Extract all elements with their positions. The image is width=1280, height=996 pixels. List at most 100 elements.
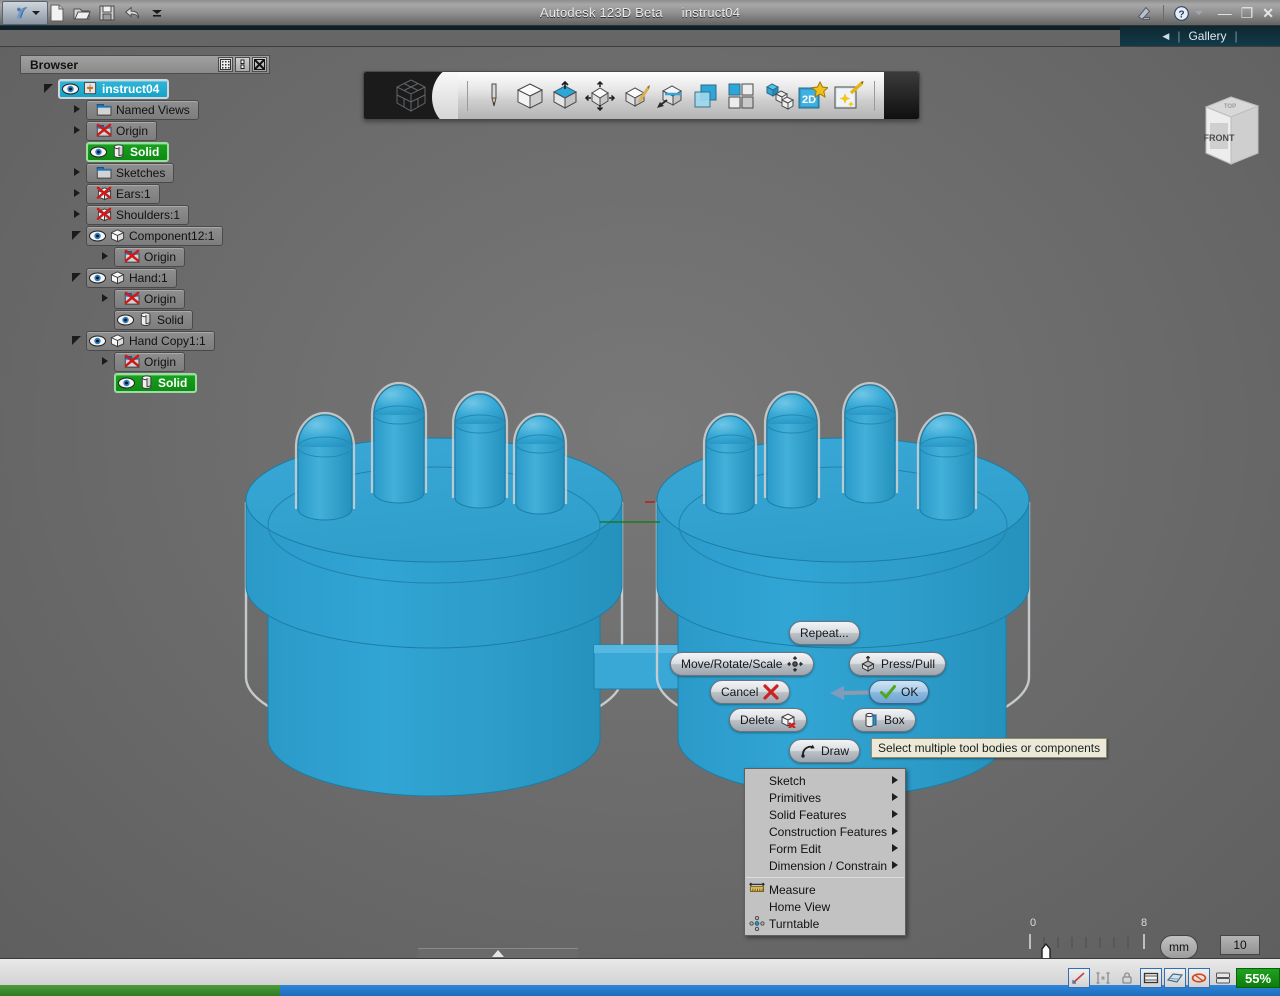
browser-resize-icon[interactable]	[235, 57, 250, 72]
gallery-label[interactable]: Gallery	[1188, 29, 1226, 43]
tree-item-solid[interactable]: Solid	[20, 309, 270, 330]
view-cube[interactable]: FRONT TOP	[1196, 91, 1266, 171]
tree-item-solid[interactable]: Solid	[20, 141, 270, 162]
grid-value-field[interactable]: 10	[1220, 935, 1260, 955]
tree-expand-open-icon[interactable]	[44, 83, 55, 94]
visibility-eye-icon[interactable]	[90, 146, 107, 158]
context-menu-item-turntable[interactable]: Turntable	[745, 915, 905, 932]
visibility-eye-icon[interactable]	[89, 230, 106, 242]
toolbar-overflow-panel[interactable]	[884, 72, 920, 119]
snap-line-icon[interactable]	[1068, 968, 1090, 988]
draw-button[interactable]: Draw	[789, 739, 861, 763]
toolbar-smart-tool-icon[interactable]	[831, 77, 864, 115]
tree-item-pill[interactable]: Solid	[86, 141, 170, 162]
box-button[interactable]: Box	[852, 708, 916, 732]
toolbar-construct-icon[interactable]	[619, 77, 652, 115]
tree-item-named-views[interactable]: Named Views	[20, 99, 270, 120]
delete-button[interactable]: Delete	[729, 708, 807, 732]
gallery-tab[interactable]: ◀ | Gallery |	[1120, 26, 1280, 46]
toolbar-pattern-icon[interactable]	[725, 77, 758, 115]
tree-item-hand-1[interactable]: Hand:1	[20, 267, 270, 288]
tree-item-pill[interactable]: Hand:1	[86, 267, 177, 288]
context-menu[interactable]: Sketch Primitives Solid Features Constructi…	[744, 768, 906, 936]
toolbar-sketch-pencil-icon[interactable]	[478, 77, 511, 115]
browser-close-icon[interactable]	[252, 57, 267, 72]
tree-item-pill[interactable]: instruct04	[58, 78, 170, 99]
restore-button[interactable]: ❐	[1241, 5, 1254, 22]
toolbar-modify-icon[interactable]	[654, 77, 687, 115]
tree-item-pill[interactable]: Sketches	[86, 162, 175, 183]
tree-item-hand-copy1-1[interactable]: Hand Copy1:1	[20, 330, 270, 351]
close-button[interactable]: ✕	[1262, 5, 1274, 22]
browser-tree[interactable]: instruct04 Named Views Origin Solid Sket…	[20, 74, 270, 393]
tree-expand-closed-icon[interactable]	[100, 356, 111, 367]
visibility-eye-icon[interactable]	[62, 83, 79, 95]
tree-item-pill[interactable]: Origin	[114, 351, 186, 372]
viewport-canvas[interactable]: Browser instruct04 Named Views Origin So…	[0, 46, 1280, 958]
main-toolbar[interactable]: 2D	[363, 71, 920, 120]
visibility-eye-icon[interactable]	[117, 314, 134, 326]
canvas-bottom-handle[interactable]	[418, 948, 578, 958]
tree-item-pill[interactable]: Origin	[114, 246, 186, 267]
tree-expand-closed-icon[interactable]	[72, 167, 83, 178]
gallery-collapse-arrow-icon[interactable]: ◀	[1162, 31, 1169, 42]
move-rotate-scale-button[interactable]: Move/Rotate/Scale	[670, 652, 815, 676]
new-file-icon[interactable]	[48, 4, 66, 22]
tree-item-origin[interactable]: Origin	[20, 288, 270, 309]
cancel-button[interactable]: Cancel	[710, 680, 791, 704]
visibility-eye-icon[interactable]	[118, 377, 135, 389]
ok-button[interactable]: OK	[869, 680, 930, 704]
visibility-eye-icon[interactable]	[89, 272, 106, 284]
zoom-level-badge[interactable]: 55%	[1236, 968, 1280, 988]
toolbar-primitives-cube-icon[interactable]	[513, 77, 546, 115]
tree-item-pill[interactable]: Origin	[86, 120, 158, 141]
tree-item-pill[interactable]: Solid	[114, 372, 198, 393]
browser-panel[interactable]: Browser instruct04 Named Views Origin So…	[20, 55, 270, 393]
tree-expand-open-icon[interactable]	[72, 230, 83, 241]
lock-icon[interactable]	[1116, 968, 1138, 988]
tree-item-pill[interactable]: Component12:1	[86, 225, 224, 246]
tree-item-origin[interactable]: Origin	[20, 120, 270, 141]
toolbar-sketch-2d-icon[interactable]: 2D	[796, 77, 829, 115]
context-menu-item-dimension-constrain[interactable]: Dimension / Constrain	[745, 857, 905, 874]
context-menu-item-measure[interactable]: Measure	[745, 881, 905, 898]
tree-expand-closed-icon[interactable]	[72, 209, 83, 220]
app-cube-icon[interactable]	[364, 72, 458, 119]
tree-expand-closed-icon[interactable]	[72, 125, 83, 136]
context-menu-item-primitives[interactable]: Primitives	[745, 789, 905, 806]
satellite-icon[interactable]	[1136, 4, 1154, 22]
help-icon[interactable]: ?	[1173, 5, 1190, 22]
tree-item-origin[interactable]: Origin	[20, 351, 270, 372]
tree-item-solid[interactable]: Solid	[20, 372, 270, 393]
tree-item-component12-1[interactable]: Component12:1	[20, 225, 270, 246]
tree-item-ears-1[interactable]: Ears:1	[20, 183, 270, 204]
context-menu-item-home-view[interactable]: Home View	[745, 898, 905, 915]
ground-plane-icon[interactable]	[1164, 968, 1186, 988]
context-menu-item-construction-features[interactable]: Construction Features	[745, 823, 905, 840]
context-menu-item-solid-features[interactable]: Solid Features	[745, 806, 905, 823]
context-menu-item-form-edit[interactable]: Form Edit	[745, 840, 905, 857]
tree-item-instruct04[interactable]: instruct04	[20, 78, 270, 99]
tree-expand-closed-icon[interactable]	[72, 188, 83, 199]
repeat-button[interactable]: Repeat...	[789, 621, 860, 645]
tree-item-pill[interactable]: Named Views	[86, 99, 199, 120]
tree-item-pill[interactable]: Shoulders:1	[86, 204, 190, 225]
tree-item-pill[interactable]: Origin	[114, 288, 186, 309]
visibility-eye-icon[interactable]	[89, 335, 106, 347]
tree-item-sketches[interactable]: Sketches	[20, 162, 270, 183]
save-icon[interactable]	[98, 4, 116, 22]
toolbar-grid-snap-icon[interactable]	[760, 77, 794, 115]
toolbar-combine-icon[interactable]	[689, 77, 722, 115]
tree-expand-closed-icon[interactable]	[100, 293, 111, 304]
context-menu-item-sketch[interactable]: Sketch	[745, 772, 905, 789]
tree-item-pill[interactable]: Ears:1	[86, 183, 160, 204]
browser-grid-icon[interactable]	[218, 57, 233, 72]
more-commands-icon[interactable]	[148, 4, 166, 22]
help-chevron-down-icon[interactable]	[1194, 11, 1203, 15]
undo-icon[interactable]	[123, 4, 141, 22]
app-menu-button[interactable]	[2, 0, 48, 25]
constraint-icon[interactable]	[1092, 968, 1114, 988]
tree-expand-closed-icon[interactable]	[100, 251, 111, 262]
toolbar-move-rotate-scale-icon[interactable]	[584, 77, 617, 115]
tree-item-origin[interactable]: Origin	[20, 246, 270, 267]
